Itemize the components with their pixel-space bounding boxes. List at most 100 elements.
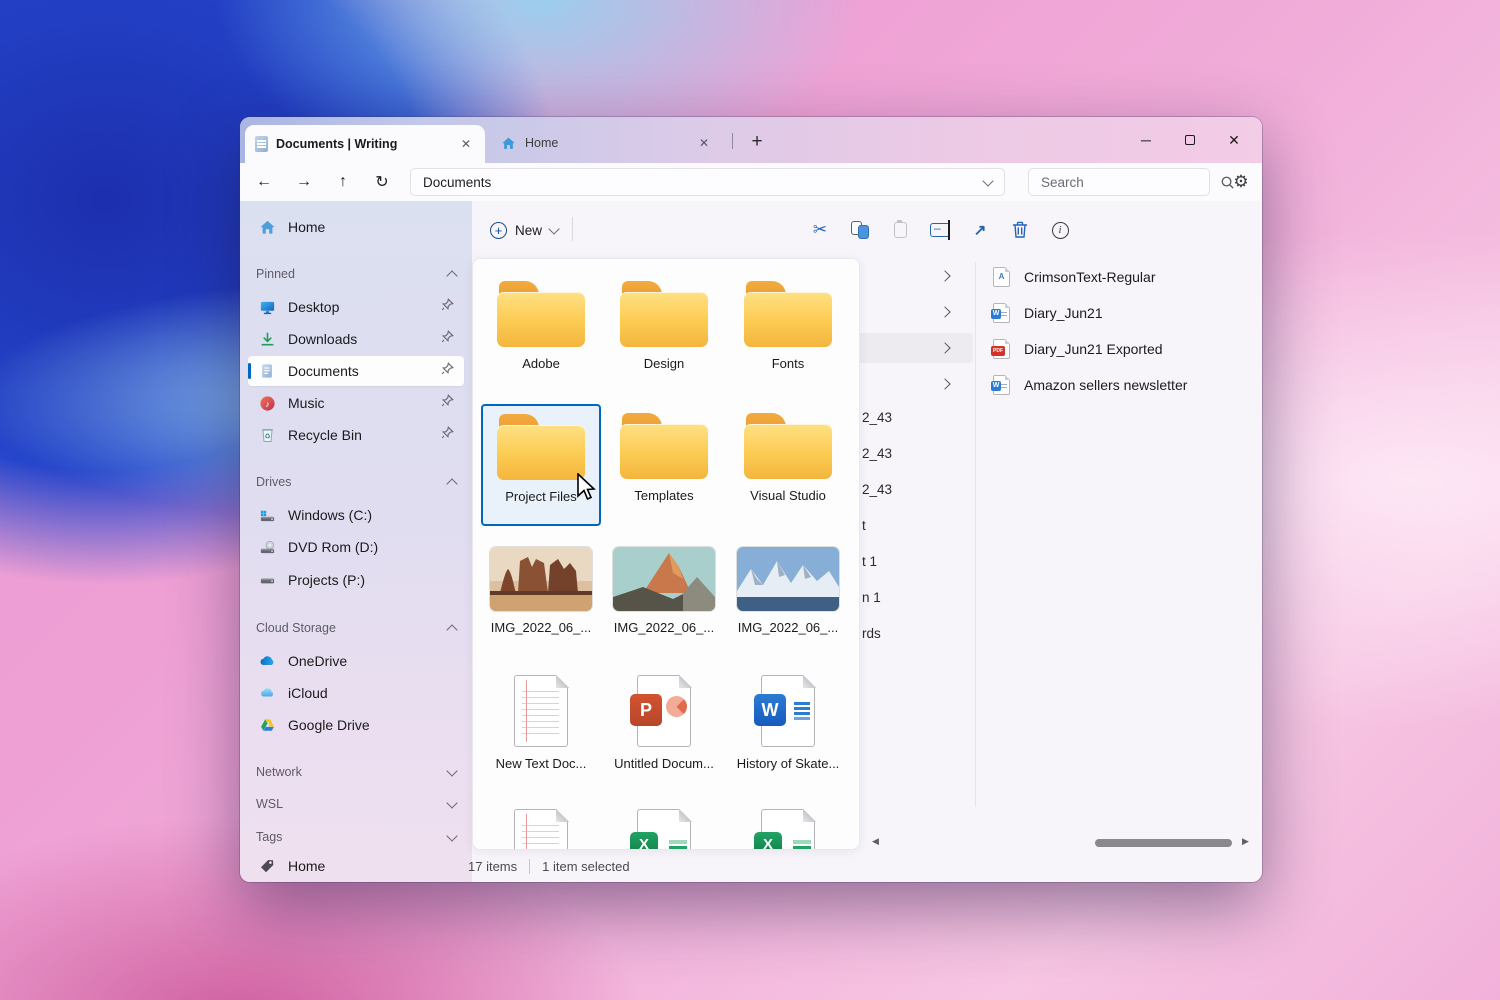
section-header-pinned[interactable]: Pinned (256, 263, 456, 285)
file-row[interactable]: W Amazon sellers newsletter (983, 368, 1255, 402)
downloads-icon (258, 330, 276, 348)
new-button[interactable]: + New (478, 213, 570, 247)
chevron-up-icon[interactable] (446, 270, 457, 281)
plus-icon: + (490, 222, 507, 239)
document-tile-text-partial[interactable] (481, 805, 601, 850)
folder-tile-adobe[interactable]: Adobe (481, 273, 601, 371)
sidebar-item-tag-home[interactable]: Home (248, 851, 464, 881)
folder-tile-project-files-selected[interactable]: Project Files (481, 404, 601, 526)
chevron-down-icon[interactable] (982, 175, 993, 186)
folder-tile-design[interactable]: Design (604, 273, 724, 371)
truncated-file-name[interactable]: 2_43 (862, 410, 892, 425)
new-tab-button[interactable]: + (742, 128, 772, 156)
sidebar-item-projects-p[interactable]: Projects (P:) (248, 565, 464, 595)
truncated-file-name[interactable]: rds (862, 626, 881, 641)
paste-button[interactable] (883, 213, 917, 247)
sidebar-item-label: Google Drive (288, 717, 454, 733)
folder-icon (744, 281, 832, 347)
back-button[interactable]: ← (250, 169, 278, 195)
sidebar-item-label: Music (288, 395, 429, 411)
sidebar-item-onedrive[interactable]: OneDrive (248, 646, 464, 676)
horizontal-scrollbar-thumb[interactable] (1095, 839, 1232, 847)
close-button[interactable]: ✕ (1212, 123, 1256, 157)
truncated-file-name[interactable]: n 1 (862, 590, 881, 605)
folder-tile-fonts[interactable]: Fonts (728, 273, 848, 371)
sidebar-item-music[interactable]: ♪ Music (248, 388, 464, 418)
document-tile-text[interactable]: New Text Doc... (481, 671, 601, 771)
chevron-down-icon[interactable] (446, 830, 457, 841)
address-bar[interactable]: Documents (410, 168, 1005, 196)
up-button[interactable]: ↑ (329, 169, 357, 195)
truncated-file-name[interactable]: 2_43 (862, 482, 892, 497)
file-row[interactable]: PDF Diary_Jun21 Exported (983, 332, 1255, 366)
sidebar-item-label: Home (288, 219, 454, 235)
file-row[interactable]: W Diary_Jun21 (983, 296, 1255, 330)
sidebar-item-icloud[interactable]: iCloud (248, 678, 464, 708)
copy-button[interactable] (843, 213, 877, 247)
sidebar-item-windows-c[interactable]: Windows (C:) (248, 500, 464, 530)
section-header-network[interactable]: Network (256, 761, 456, 783)
chevron-right-icon[interactable] (939, 378, 950, 389)
sidebar-item-downloads[interactable]: Downloads (248, 324, 464, 354)
new-button-label: New (515, 223, 542, 238)
sidebar-item-home[interactable]: Home (248, 212, 464, 242)
search-box[interactable] (1028, 168, 1210, 196)
pin-icon (441, 298, 454, 316)
folder-name: Design (644, 356, 684, 371)
window-controls: ─ ✕ (1124, 117, 1256, 163)
word-file-icon: W (761, 675, 815, 747)
search-input[interactable] (1041, 175, 1218, 190)
sidebar-item-google-drive[interactable]: Google Drive (248, 710, 464, 740)
share-button[interactable]: ↗ (963, 213, 997, 247)
section-header-drives[interactable]: Drives (256, 471, 456, 493)
scroll-left-arrow[interactable]: ◀ (872, 836, 879, 847)
scroll-right-arrow[interactable]: ▶ (1242, 836, 1249, 847)
document-tile-word[interactable]: W History of Skate... (728, 671, 848, 771)
section-header-wsl[interactable]: WSL (256, 793, 456, 815)
chevron-right-icon[interactable] (939, 342, 950, 353)
close-tab-icon[interactable]: ✕ (695, 134, 713, 152)
chevron-up-icon[interactable] (446, 478, 457, 489)
minimize-button[interactable]: ─ (1124, 123, 1168, 157)
document-tab-icon (255, 136, 268, 152)
truncated-file-name[interactable]: 2_43 (862, 446, 892, 461)
section-label: Drives (256, 475, 291, 489)
cut-button[interactable]: ✂ (803, 213, 837, 247)
pdf-file-icon: PDF (993, 339, 1010, 359)
truncated-file-name[interactable]: t (862, 518, 866, 533)
section-header-tags[interactable]: Tags (256, 826, 456, 848)
chevron-down-icon[interactable] (446, 765, 457, 776)
section-header-cloud-storage[interactable]: Cloud Storage (256, 617, 456, 639)
folder-tile-visual-studio[interactable]: Visual Studio (728, 405, 848, 503)
sidebar-item-documents[interactable]: Documents (248, 356, 464, 386)
file-row[interactable]: A CrimsonText-Regular (983, 260, 1255, 294)
chevron-down-icon[interactable] (446, 797, 457, 808)
document-tile-excel-partial[interactable]: X (728, 805, 848, 850)
properties-button[interactable]: i (1043, 213, 1077, 247)
forward-button[interactable]: → (290, 169, 318, 195)
image-tile[interactable]: IMG_2022_06_... (604, 541, 724, 635)
image-thumbnail-mountain (613, 547, 715, 611)
sidebar-item-recycle-bin[interactable]: ♻ Recycle Bin (248, 420, 464, 450)
tab-documents-writing[interactable]: Documents | Writing ✕ (245, 125, 485, 163)
sidebar: Home Pinned Desktop Downloads Documents (240, 201, 472, 882)
text-file-icon (514, 675, 568, 747)
close-tab-icon[interactable]: ✕ (457, 135, 475, 153)
refresh-button[interactable]: ↻ (368, 169, 396, 195)
sidebar-item-dvd-d[interactable]: DVD Rom (D:) (248, 532, 464, 562)
image-tile[interactable]: IMG_2022_06_... (481, 541, 601, 635)
document-tile-excel-partial[interactable]: X (604, 805, 724, 850)
truncated-file-name[interactable]: t 1 (862, 554, 877, 569)
folder-tile-templates[interactable]: Templates (604, 405, 724, 503)
tab-home[interactable]: Home ✕ (489, 127, 723, 159)
chevron-up-icon[interactable] (446, 624, 457, 635)
settings-gear-icon[interactable]: ⚙ (1226, 168, 1256, 196)
chevron-right-icon[interactable] (939, 306, 950, 317)
document-tile-powerpoint[interactable]: P Untitled Docum... (604, 671, 724, 771)
rename-button[interactable] (923, 213, 957, 247)
sidebar-item-desktop[interactable]: Desktop (248, 292, 464, 322)
delete-button[interactable] (1003, 213, 1037, 247)
maximize-button[interactable] (1168, 123, 1212, 157)
chevron-right-icon[interactable] (939, 270, 950, 281)
image-tile[interactable]: IMG_2022_06_... (728, 541, 848, 635)
